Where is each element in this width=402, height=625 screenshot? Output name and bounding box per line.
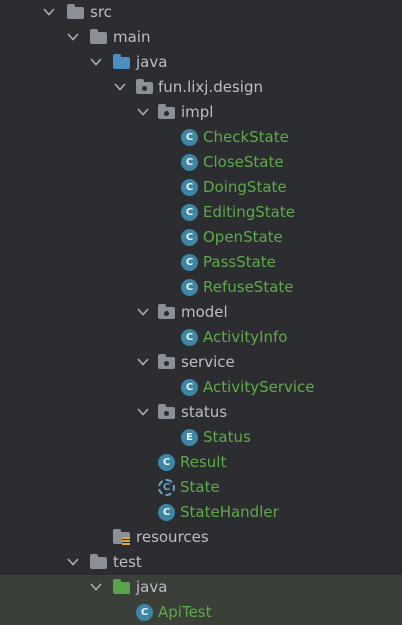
tree-node-label: RefuseState: [203, 278, 294, 296]
class-icon: C: [181, 379, 199, 396]
chevron-down-icon[interactable]: [89, 50, 103, 75]
tree-node-java-source[interactable]: java: [0, 50, 402, 75]
tree-node-class[interactable]: C ActivityService: [0, 375, 402, 400]
tree-node-label: CheckState: [203, 128, 289, 146]
source-folder-icon: [113, 54, 131, 71]
tree-node-class[interactable]: C RefuseState: [0, 275, 402, 300]
tree-node-label: fun.lixj.design: [158, 78, 263, 96]
tree-node-abstract-class[interactable]: C State: [0, 475, 402, 500]
chevron-down-icon[interactable]: [113, 75, 127, 100]
tree-node-class[interactable]: C ActivityInfo: [0, 325, 402, 350]
test-folder-icon: [113, 579, 131, 596]
folder-icon: [90, 29, 108, 46]
tree-node-test-class[interactable]: C ApiTest: [0, 600, 402, 625]
tree-node-model[interactable]: model: [0, 300, 402, 325]
tree-node-label: test: [113, 553, 142, 571]
class-icon: C: [181, 154, 199, 171]
class-icon: C: [181, 229, 199, 246]
enum-icon: E: [181, 429, 199, 446]
tree-node-label: DoingState: [203, 178, 287, 196]
tree-node-label: java: [136, 578, 168, 596]
class-icon: C: [181, 254, 199, 271]
class-icon: C: [158, 454, 176, 471]
tree-node-impl[interactable]: impl: [0, 100, 402, 125]
abstract-class-icon: C: [158, 479, 176, 496]
chevron-down-icon[interactable]: [136, 350, 150, 375]
tree-node-label: model: [181, 303, 228, 321]
tree-node-label: ActivityInfo: [203, 328, 288, 346]
tree-node-class[interactable]: C Result: [0, 450, 402, 475]
tree-node-label: StateHandler: [180, 503, 279, 521]
tree-node-class[interactable]: C CloseState: [0, 150, 402, 175]
class-icon: C: [181, 279, 199, 296]
tree-node-label: State: [180, 478, 220, 496]
tree-node-class[interactable]: C DoingState: [0, 175, 402, 200]
tree-node-src[interactable]: src: [0, 0, 402, 25]
tree-node-label: ApiTest: [158, 603, 212, 621]
tree-node-label: java: [136, 53, 168, 71]
chevron-down-icon[interactable]: [136, 400, 150, 425]
chevron-down-icon[interactable]: [42, 0, 56, 25]
tree-node-service[interactable]: service: [0, 350, 402, 375]
tree-node-main[interactable]: main: [0, 25, 402, 50]
chevron-down-icon[interactable]: [66, 25, 80, 50]
tree-node-enum[interactable]: E Status: [0, 425, 402, 450]
tree-node-label: OpenState: [203, 228, 283, 246]
package-icon: [158, 304, 176, 321]
tree-node-label: CloseState: [203, 153, 284, 171]
tree-node-label: service: [181, 353, 235, 371]
chevron-down-icon[interactable]: [66, 550, 80, 575]
resources-folder-icon: [113, 529, 131, 546]
tree-node-class[interactable]: C EditingState: [0, 200, 402, 225]
package-icon: [158, 404, 176, 421]
tree-node-status[interactable]: status: [0, 400, 402, 425]
chevron-down-icon[interactable]: [136, 300, 150, 325]
tree-node-test[interactable]: test: [0, 550, 402, 575]
class-icon: C: [181, 129, 199, 146]
test-class-icon: C: [136, 604, 154, 621]
class-icon: C: [181, 179, 199, 196]
class-icon: C: [158, 504, 176, 521]
folder-icon: [90, 554, 108, 571]
chevron-down-icon[interactable]: [136, 100, 150, 125]
package-icon: [158, 354, 176, 371]
tree-node-label: Status: [203, 428, 251, 446]
tree-node-label: PassState: [203, 253, 276, 271]
folder-icon: [67, 4, 85, 21]
tree-node-label: main: [113, 28, 151, 46]
tree-node-java-test[interactable]: java: [0, 575, 402, 600]
tree-node-class[interactable]: C StateHandler: [0, 500, 402, 525]
tree-node-label: EditingState: [203, 203, 295, 221]
class-icon: C: [181, 329, 199, 346]
chevron-down-icon[interactable]: [89, 575, 103, 600]
tree-node-label: impl: [181, 103, 214, 121]
package-icon: [136, 79, 154, 96]
tree-node-resources[interactable]: resources: [0, 525, 402, 550]
package-icon: [158, 104, 176, 121]
class-icon: C: [181, 204, 199, 221]
project-tree: src main java fun.lixj.design impl C Che…: [0, 0, 402, 625]
tree-node-class[interactable]: C OpenState: [0, 225, 402, 250]
tree-node-label: Result: [180, 453, 227, 471]
tree-node-class[interactable]: C PassState: [0, 250, 402, 275]
tree-node-class[interactable]: C CheckState: [0, 125, 402, 150]
tree-node-label: src: [90, 3, 112, 21]
tree-node-package-root[interactable]: fun.lixj.design: [0, 75, 402, 100]
tree-node-label: status: [181, 403, 228, 421]
tree-node-label: ActivityService: [203, 378, 315, 396]
tree-node-label: resources: [136, 528, 209, 546]
